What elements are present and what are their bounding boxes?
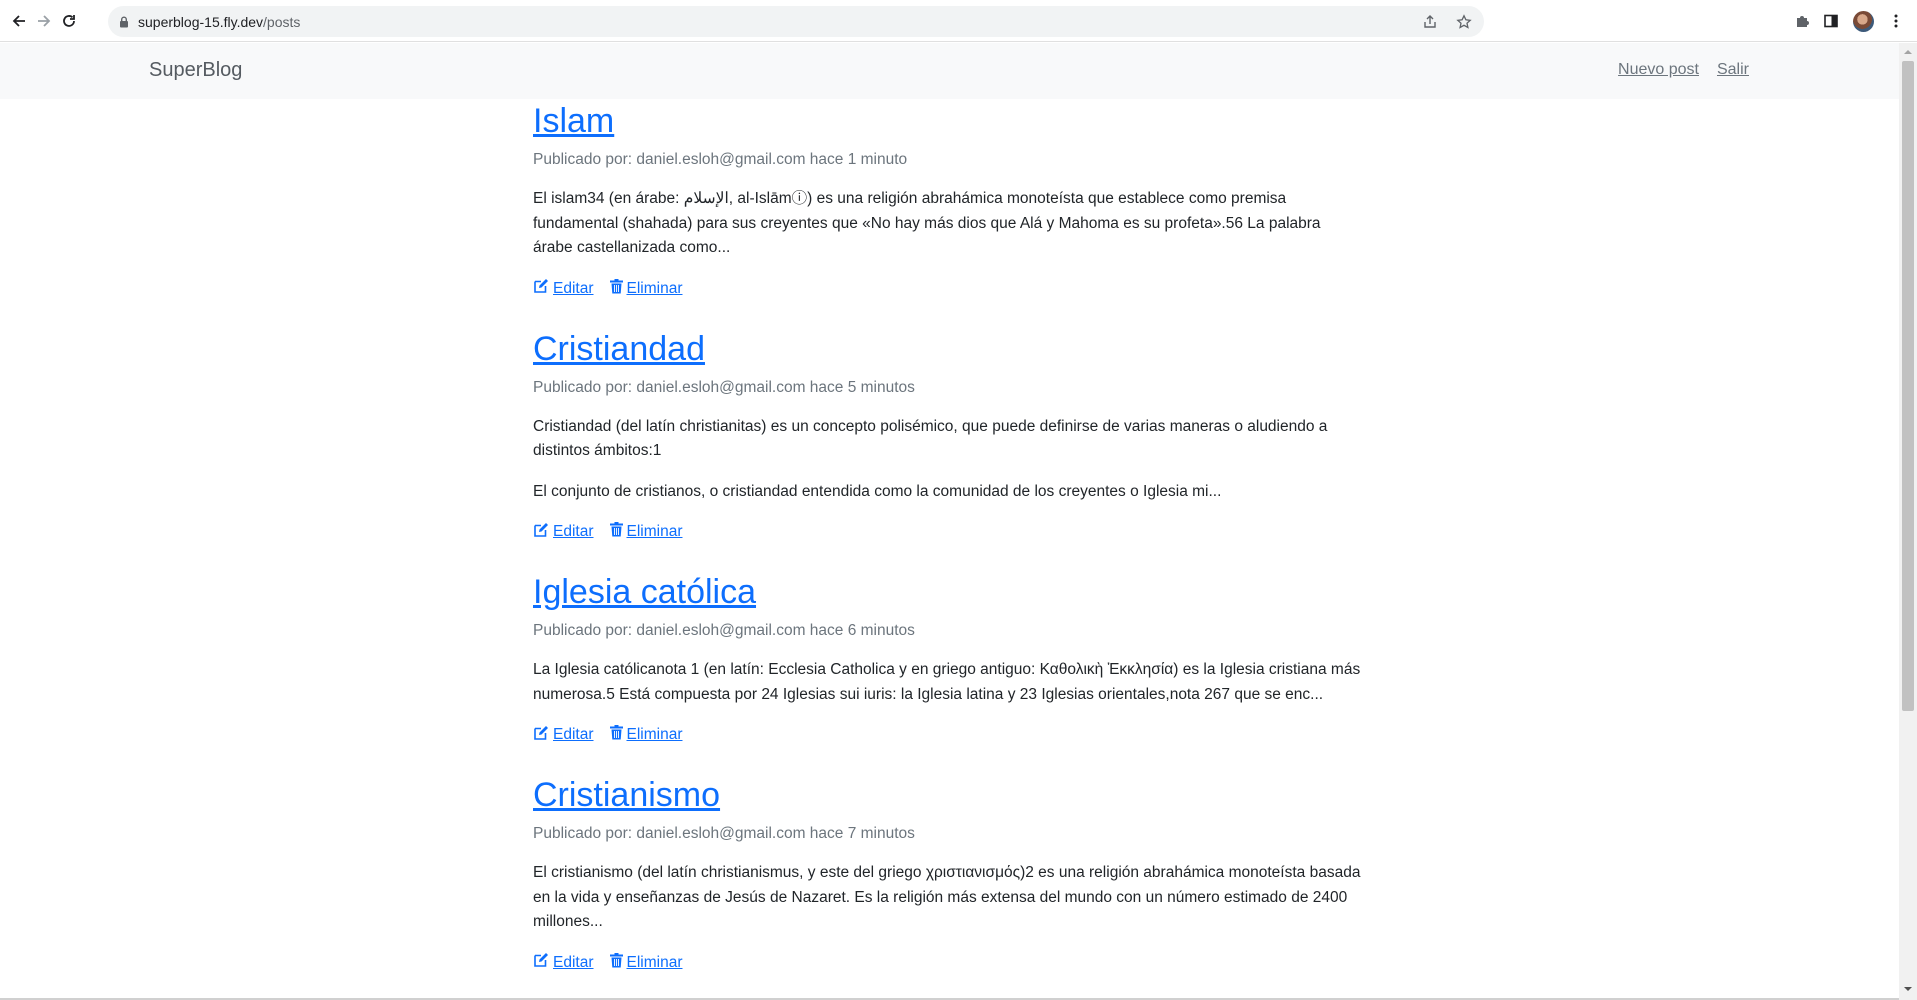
post-actions: Editar Eliminar (533, 520, 1363, 544)
post-actions: Editar Eliminar (533, 277, 1363, 301)
post-title-link[interactable]: Cristianismo (533, 773, 720, 817)
post-meta: Publicado por: daniel.esloh@gmail.com ha… (533, 378, 915, 396)
forward-arrow-icon[interactable] (33, 10, 55, 32)
post-actions: Editar Eliminar (533, 723, 1363, 747)
edit-icon (533, 278, 549, 299)
star-icon[interactable] (1454, 12, 1474, 32)
delete-label: Eliminar (626, 953, 683, 971)
lock-icon (119, 16, 129, 28)
page-scrollbar[interactable] (1899, 43, 1917, 1000)
post-excerpt: El islam34 (en árabe: الإسلام, al-Islāmⓘ… (533, 187, 1363, 261)
post-meta: Publicado por: daniel.esloh@gmail.com ha… (533, 151, 908, 168)
edit-link[interactable]: Editar (533, 725, 594, 746)
url-text: superblog-15.fly.dev/posts (138, 13, 301, 30)
scroll-down-arrow-icon[interactable] (1903, 984, 1913, 994)
edit-icon (533, 725, 549, 746)
post-item: Islam Publicado por: daniel.esloh@gmail.… (533, 99, 1363, 301)
post-title-link[interactable]: Cristiandad (533, 327, 705, 371)
post-item: Cristianismo Publicado por: daniel.esloh… (533, 773, 1363, 975)
post-paragraph: Cristiandad (del latín christianitas) es… (533, 417, 1328, 460)
profile-avatar[interactable] (1853, 11, 1874, 32)
scroll-up-arrow-icon[interactable] (1903, 47, 1913, 57)
posts-list: Islam Publicado por: daniel.esloh@gmail.… (533, 99, 1363, 975)
kebab-menu-icon[interactable] (1886, 11, 1906, 31)
post-excerpt: Cristiandad (del latín christianitas) es… (533, 415, 1363, 505)
post-paragraph: El islam34 (en árabe: الإسلام, al-Islāmⓘ… (533, 190, 1321, 256)
trash-icon (609, 725, 623, 745)
edit-label: Editar (553, 726, 594, 743)
delete-link[interactable]: Eliminar (609, 952, 683, 973)
address-bar[interactable]: superblog-15.fly.dev/posts (108, 6, 1484, 37)
post-paragraph: El conjunto de cristianos, o cristiandad… (533, 482, 1222, 500)
site-navbar: SuperBlog Nuevo post Salir (0, 43, 1899, 99)
browser-toolbar: superblog-15.fly.dev/posts (0, 0, 1917, 42)
trash-icon (609, 278, 623, 299)
edit-link[interactable]: Editar (533, 522, 594, 543)
brand-link[interactable]: SuperBlog (149, 59, 242, 82)
post-title-link[interactable]: Islam (533, 99, 614, 143)
logout-link[interactable]: Salir (1717, 61, 1749, 79)
post-title-link[interactable]: Iglesia católica (533, 570, 756, 614)
new-post-link[interactable]: Nuevo post (1618, 61, 1699, 79)
edit-label: Editar (553, 953, 594, 971)
post-item: Cristiandad Publicado por: daniel.esloh@… (533, 327, 1363, 545)
delete-label: Eliminar (626, 726, 683, 743)
extensions-puzzle-icon[interactable] (1793, 11, 1813, 31)
reload-icon[interactable] (58, 10, 80, 32)
post-paragraph: El cristianismo (del latín christianismu… (533, 864, 1361, 930)
post-excerpt: La Iglesia católicanota 1 (en latín: Ecc… (533, 658, 1363, 707)
post-excerpt: El cristianismo (del latín christianismu… (533, 861, 1363, 935)
edit-icon (533, 522, 549, 543)
trash-icon (609, 952, 623, 973)
edit-label: Editar (553, 279, 594, 297)
edit-icon (533, 952, 549, 973)
delete-link[interactable]: Eliminar (609, 725, 683, 745)
delete-label: Eliminar (626, 523, 683, 540)
post-meta: Publicado por: daniel.esloh@gmail.com ha… (533, 622, 915, 639)
post-paragraph: La Iglesia católicanota 1 (en latín: Ecc… (533, 661, 1361, 703)
post-meta: Publicado por: daniel.esloh@gmail.com ha… (533, 825, 915, 842)
side-panel-icon[interactable] (1821, 11, 1841, 31)
edit-link[interactable]: Editar (533, 278, 594, 299)
share-icon[interactable] (1420, 12, 1440, 32)
post-item: Iglesia católica Publicado por: daniel.e… (533, 570, 1363, 747)
trash-icon (609, 522, 623, 542)
edit-label: Editar (553, 523, 594, 540)
delete-label: Eliminar (626, 279, 683, 297)
scrollbar-thumb[interactable] (1902, 61, 1914, 711)
edit-link[interactable]: Editar (533, 952, 594, 973)
post-actions: Editar Eliminar (533, 951, 1363, 975)
navbar-links: Nuevo post Salir (1618, 61, 1749, 79)
back-arrow-icon[interactable] (8, 10, 30, 32)
delete-link[interactable]: Eliminar (609, 522, 683, 542)
delete-link[interactable]: Eliminar (609, 278, 683, 299)
